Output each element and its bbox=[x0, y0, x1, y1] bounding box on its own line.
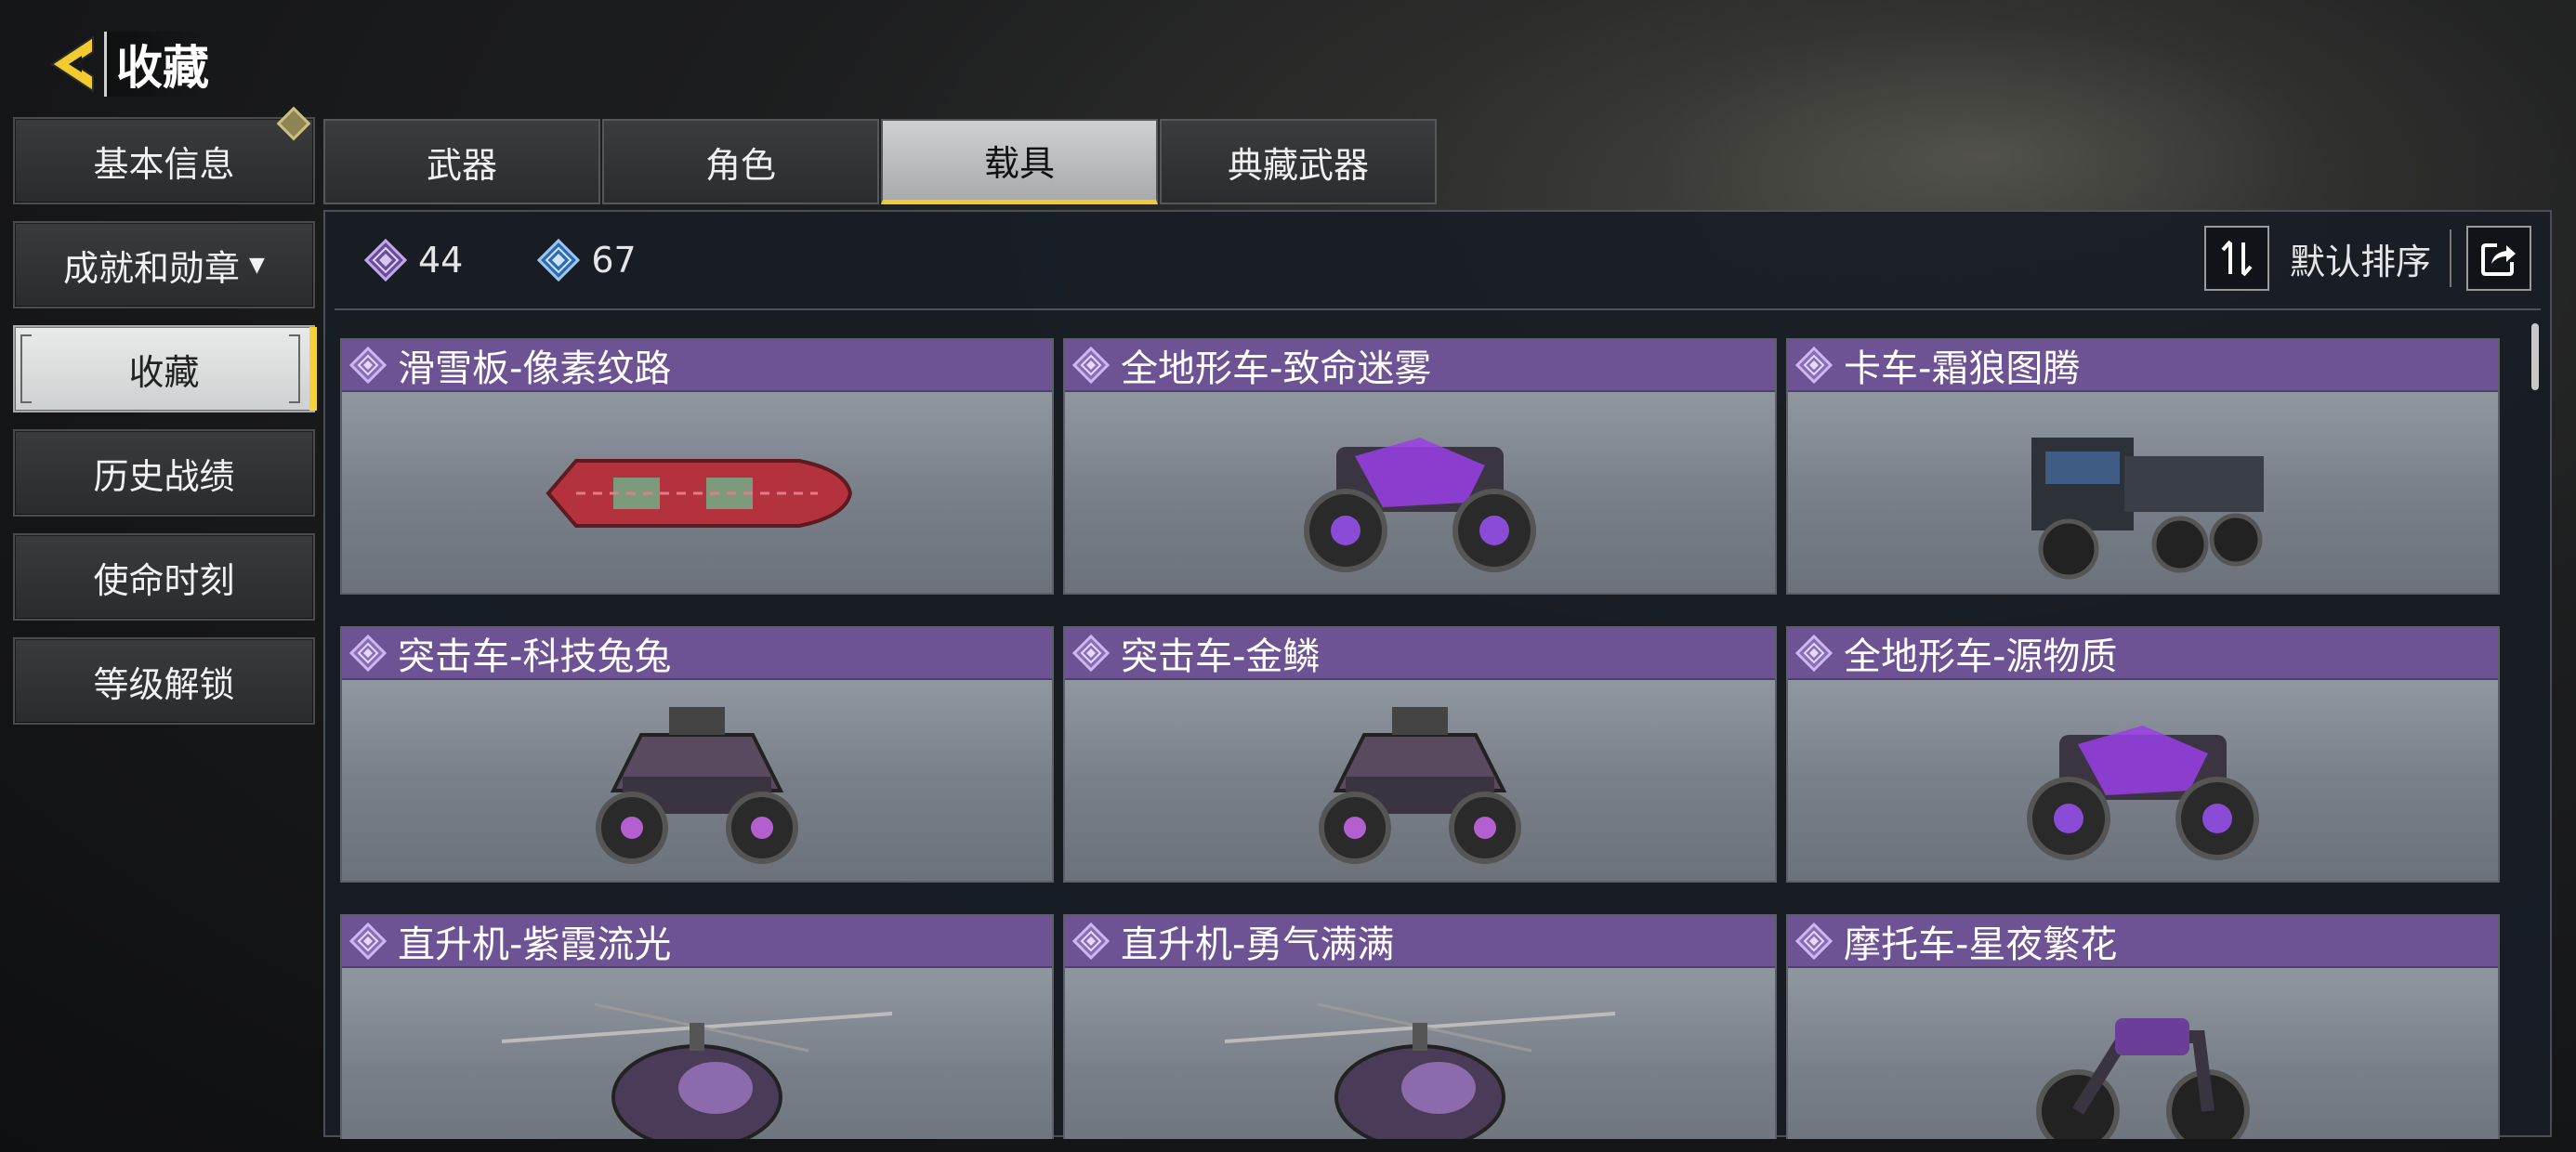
page-header: 收藏 bbox=[41, 28, 215, 100]
vehicle-card[interactable]: 直升机-紫霞流光 bbox=[340, 914, 1054, 1139]
blue-count-value: 67 bbox=[591, 240, 637, 281]
selection-bracket-right bbox=[289, 334, 300, 403]
rarity-diamond-icon bbox=[1072, 923, 1110, 960]
vehicle-card-name: 全地形车-源物质 bbox=[1844, 635, 2118, 678]
page-title: 收藏 bbox=[104, 32, 215, 97]
vehicle-card-name: 突击车-金鳞 bbox=[1121, 635, 1321, 678]
vehicle-card[interactable]: 直升机-勇气满满 bbox=[1063, 914, 1777, 1139]
vehicle-card[interactable]: 卡车-霜狼图腾 bbox=[1786, 338, 2500, 595]
sort-label[interactable]: 默认排序 bbox=[2290, 233, 2431, 284]
vehicle-card-name: 摩托车-星夜繁花 bbox=[1844, 923, 2118, 966]
vehicle-buggy-image bbox=[342, 682, 1052, 881]
sidebar-item-label: 基本信息 bbox=[93, 143, 235, 185]
tab-weapons[interactable]: 武器 bbox=[323, 119, 600, 204]
sidebar-item-label: 等级解锁 bbox=[93, 663, 235, 705]
tab-vehicles[interactable]: 载具 bbox=[881, 119, 1158, 204]
rarity-diamond-icon bbox=[349, 347, 387, 384]
vehicle-motorcycle-image bbox=[1788, 970, 2498, 1139]
vehicle-card-header: 直升机-勇气满满 bbox=[1065, 916, 1775, 968]
rarity-diamond-icon bbox=[1072, 347, 1110, 384]
sidebar-item-label: 历史战绩 bbox=[93, 455, 235, 497]
vehicle-snowboard-image bbox=[342, 394, 1052, 593]
vehicle-card-header: 全地形车-致命迷雾 bbox=[1065, 340, 1775, 392]
purple-count-stat: 44 bbox=[364, 239, 463, 281]
vehicle-card-name: 直升机-紫霞流光 bbox=[398, 923, 672, 966]
blue-rarity-icon bbox=[537, 239, 581, 281]
sidebar-item-label: 成就和勋章 bbox=[63, 247, 241, 289]
sidebar-item-label: 收藏 bbox=[128, 351, 200, 393]
tab-characters[interactable]: 角色 bbox=[602, 119, 879, 204]
notification-diamond-icon bbox=[276, 106, 311, 141]
share-icon bbox=[2481, 243, 2516, 276]
back-arrow-icon bbox=[50, 35, 94, 93]
vehicle-atv-image bbox=[1065, 394, 1775, 593]
purple-rarity-icon bbox=[364, 239, 407, 281]
vehicle-card-header: 全地形车-源物质 bbox=[1788, 628, 2498, 680]
vehicle-truck-image bbox=[1788, 394, 2498, 593]
vehicle-card[interactable]: 突击车-科技兔兔 bbox=[340, 626, 1054, 883]
rarity-diamond-icon bbox=[1795, 347, 1833, 384]
vehicle-card-name: 卡车-霜狼图腾 bbox=[1844, 347, 2081, 390]
selection-bracket-left bbox=[20, 334, 32, 403]
vehicle-card-header: 滑雪板-像素纹路 bbox=[342, 340, 1052, 392]
rarity-diamond-icon bbox=[349, 923, 387, 960]
rarity-diamond-icon bbox=[349, 635, 387, 672]
vehicle-helicopter-image bbox=[1065, 970, 1775, 1139]
vehicle-card[interactable]: 突击车-金鳞 bbox=[1063, 626, 1777, 883]
sidebar-item-collection[interactable]: 收藏 bbox=[13, 325, 317, 412]
vehicle-card-header: 卡车-霜狼图腾 bbox=[1788, 340, 2498, 392]
sidebar-item-history[interactable]: 历史战绩 bbox=[13, 429, 315, 517]
vehicle-card-header: 突击车-科技兔兔 bbox=[342, 628, 1052, 680]
sidebar-item-label: 使命时刻 bbox=[93, 559, 235, 601]
rarity-diamond-icon bbox=[1072, 635, 1110, 672]
vehicle-card-name: 全地形车-致命迷雾 bbox=[1121, 347, 1432, 390]
purple-count-value: 44 bbox=[418, 240, 464, 281]
panel-divider bbox=[335, 308, 2541, 310]
vehicle-card[interactable]: 全地形车-源物质 bbox=[1786, 626, 2500, 883]
back-button[interactable] bbox=[41, 28, 104, 100]
vehicle-card-header: 突击车-金鳞 bbox=[1065, 628, 1775, 680]
vehicle-card-name: 突击车-科技兔兔 bbox=[398, 635, 672, 678]
sidebar-item-level-unlock[interactable]: 等级解锁 bbox=[13, 637, 315, 725]
vehicle-card-header: 直升机-紫霞流光 bbox=[342, 916, 1052, 968]
sort-separator bbox=[2450, 229, 2451, 287]
sort-controls: 默认排序 bbox=[2203, 225, 2531, 292]
sort-arrows-icon bbox=[2221, 240, 2253, 277]
collection-panel: 44 67 默认排序 滑雪板-像素纹路 全地形车-致命迷雾 卡车-霜狼图腾 突击… bbox=[323, 210, 2552, 1139]
grid-scrollbar[interactable] bbox=[2531, 323, 2539, 390]
sidebar-item-basic-info[interactable]: 基本信息 bbox=[13, 106, 315, 204]
vehicle-card-grid: 滑雪板-像素纹路 全地形车-致命迷雾 卡车-霜狼图腾突击车-科技兔兔 突击车-金鳞 全地… bbox=[340, 338, 2515, 1139]
collection-stats: 44 67 bbox=[364, 234, 711, 286]
blue-count-stat: 67 bbox=[537, 239, 637, 281]
vehicle-card[interactable]: 摩托车-星夜繁花 bbox=[1786, 914, 2500, 1139]
tab-collector-weapons[interactable]: 典藏武器 bbox=[1160, 119, 1437, 204]
rarity-diamond-icon bbox=[1795, 635, 1833, 672]
share-button[interactable] bbox=[2466, 226, 2531, 291]
vehicle-helicopter-image bbox=[342, 970, 1052, 1139]
sort-toggle-button[interactable] bbox=[2203, 226, 2269, 291]
vehicle-card-header: 摩托车-星夜繁花 bbox=[1788, 916, 2498, 968]
category-tabs: 武器 角色 载具 典藏武器 bbox=[323, 119, 1439, 204]
sidebar-item-achievements[interactable]: 成就和勋章 ▼ bbox=[13, 221, 315, 308]
sidebar-item-moments[interactable]: 使命时刻 bbox=[13, 533, 315, 621]
vehicle-card-name: 直升机-勇气满满 bbox=[1121, 923, 1395, 966]
vehicle-card-name: 滑雪板-像素纹路 bbox=[398, 347, 672, 390]
vehicle-card[interactable]: 全地形车-致命迷雾 bbox=[1063, 338, 1777, 595]
vehicle-atv-image bbox=[1788, 682, 2498, 881]
vehicle-card[interactable]: 滑雪板-像素纹路 bbox=[340, 338, 1054, 595]
vehicle-buggy-image bbox=[1065, 682, 1775, 881]
caret-down-icon: ▼ bbox=[249, 253, 265, 277]
rarity-diamond-icon bbox=[1795, 923, 1833, 960]
